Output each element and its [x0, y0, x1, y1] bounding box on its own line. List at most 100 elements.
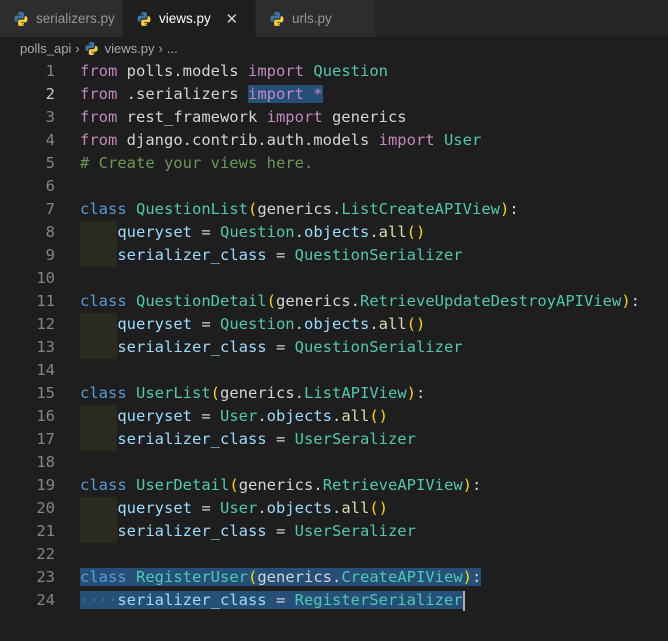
code-token: UserSeralizer — [294, 430, 416, 448]
code-token: = — [266, 338, 295, 356]
code-token: queryset — [117, 407, 192, 425]
code-token: from — [80, 62, 118, 80]
code-token: objects — [303, 223, 370, 241]
code-line[interactable]: 7 class QuestionList(generics.ListCreateA… — [0, 198, 668, 221]
code-token: = — [266, 246, 295, 264]
code-token: # Create your views here. — [80, 154, 314, 172]
code-token: generics — [257, 200, 332, 218]
code-token: ( — [248, 200, 258, 218]
code-line[interactable]: 24 ····serializer_class = RegisterSeriali… — [0, 589, 668, 612]
line-number: 22 — [36, 545, 55, 563]
code-line[interactable]: 4 from django.contrib.auth.models import … — [0, 129, 668, 152]
code-token: class — [80, 384, 127, 402]
code-line[interactable]: 16 queryset = User.objects.all() — [0, 405, 668, 428]
code-token: : — [472, 476, 482, 494]
code-token: ) — [621, 292, 631, 310]
code-line[interactable]: 8 queryset = Question.objects.all() — [0, 221, 668, 244]
code-token: RegisterUser — [136, 568, 248, 586]
tab-views[interactable]: views.py ✕ — [123, 0, 256, 37]
code-token: queryset — [117, 315, 192, 333]
code-text: queryset = Question.objects.all() — [80, 313, 425, 336]
breadcrumb-more[interactable]: ... — [167, 41, 178, 56]
tab-label: views.py — [159, 11, 211, 26]
code-line[interactable]: 3 from rest_framework import generics — [0, 106, 668, 129]
breadcrumb-folder[interactable]: polls_api — [20, 41, 71, 56]
code-token: all — [378, 223, 407, 241]
code-line[interactable]: 13 serializer_class = QuestionSerializer — [0, 336, 668, 359]
code-token: . — [294, 384, 305, 402]
code-token: import — [247, 62, 304, 80]
code-line[interactable]: 5 # Create your views here. — [0, 152, 668, 175]
code-token: . — [294, 315, 304, 333]
code-token: RegisterSerializer — [294, 591, 463, 609]
code-line[interactable]: 19 class UserDetail(generics.RetrieveAPIV… — [0, 474, 668, 497]
code-token: UserList — [136, 384, 211, 402]
code-text: class QuestionList(generics.ListCreateAP… — [80, 198, 519, 221]
tab-bar: serializers.py views.py ✕ urls.py — [0, 0, 668, 37]
code-line[interactable]: 2 from .serializers import * — [0, 83, 668, 106]
code-text: class UserList(generics.ListAPIView): — [80, 382, 425, 405]
python-file-icon — [85, 41, 98, 56]
code-token: User — [219, 499, 258, 517]
line-number: 5 — [45, 154, 55, 172]
code-line[interactable]: 23 class RegisterUser(generics.CreateAPIV… — [0, 566, 668, 589]
code-line[interactable]: 12 queryset = Question.objects.all() — [0, 313, 668, 336]
close-icon[interactable]: ✕ — [225, 10, 239, 28]
line-number: 8 — [45, 223, 55, 241]
code-line[interactable]: 22 — [0, 543, 668, 566]
code-token: UserDetail — [136, 476, 230, 494]
code-token: queryset — [117, 499, 192, 517]
code-token: ListCreateAPIView — [341, 200, 500, 218]
line-number: 14 — [36, 361, 55, 379]
code-token: objects — [266, 499, 332, 517]
code-token: objects — [303, 315, 370, 333]
code-token: ) — [499, 200, 510, 218]
code-line[interactable]: 6 — [0, 175, 668, 198]
code-line[interactable]: 15 class UserList(generics.ListAPIView): — [0, 382, 668, 405]
code-token: . — [369, 223, 379, 241]
line-number: 17 — [36, 430, 55, 448]
code-line[interactable]: 17 serializer_class = UserSeralizer — [0, 428, 668, 451]
tab-serializers[interactable]: serializers.py — [0, 0, 123, 37]
code-token: all — [378, 315, 407, 333]
code-token: . — [313, 476, 323, 494]
code-token: generics — [257, 568, 332, 586]
code-line[interactable]: 20 queryset = User.objects.all() — [0, 497, 668, 520]
code-token: . — [332, 200, 342, 218]
code-editor[interactable]: 1 from polls.models import Question 2 from … — [0, 60, 668, 641]
code-line[interactable]: 21 serializer_class = UserSeralizer — [0, 520, 668, 543]
code-token: import — [378, 131, 435, 149]
line-number: 11 — [36, 292, 55, 310]
breadcrumb-file[interactable]: views.py — [105, 41, 155, 56]
code-token: : — [416, 384, 426, 402]
code-line[interactable]: 1 from polls.models import Question — [0, 60, 668, 83]
line-number: 18 — [36, 453, 55, 471]
code-token: queryset — [117, 223, 192, 241]
code-token: serializer_class — [117, 522, 267, 540]
code-token: from — [80, 131, 118, 149]
line-number: 12 — [36, 315, 55, 333]
code-line[interactable]: 14 — [0, 359, 668, 382]
code-text: ····serializer_class = RegisterSerialize… — [80, 589, 465, 612]
python-file-icon — [137, 11, 151, 26]
code-text: class UserDetail(generics.RetrieveAPIVie… — [80, 474, 481, 497]
line-number: 6 — [45, 177, 55, 195]
code-line[interactable]: 18 — [0, 451, 668, 474]
code-token: Question — [219, 223, 295, 241]
code-line[interactable]: 10 — [0, 267, 668, 290]
python-file-icon — [270, 11, 284, 26]
code-token: generics — [276, 292, 351, 310]
code-text: queryset = User.objects.all() — [80, 405, 388, 428]
code-line[interactable]: 9 serializer_class = QuestionSerializer — [0, 244, 668, 267]
code-token: serializer_class — [117, 430, 267, 448]
tab-urls[interactable]: urls.py — [256, 0, 376, 37]
code-line[interactable]: 11 class QuestionDetail(generics.Retrieve… — [0, 290, 668, 313]
code-token: rest_framework — [117, 108, 267, 126]
line-number: 23 — [36, 568, 55, 586]
